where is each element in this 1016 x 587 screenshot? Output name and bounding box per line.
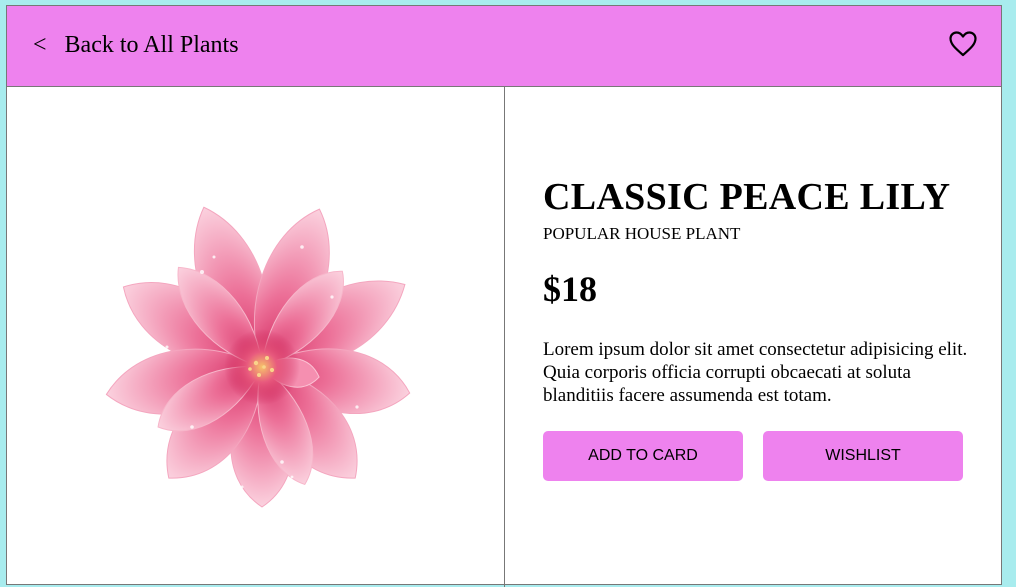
product-subtitle: POPULAR HOUSE PLANT: [543, 224, 741, 243]
add-to-card-button[interactable]: ADD TO CARD: [543, 431, 743, 481]
pink-flower-image: [105, 206, 411, 508]
product-image-pane: [7, 87, 505, 587]
back-chevron-icon: <: [33, 32, 47, 58]
product-price: $18: [543, 269, 597, 309]
product-details-pane: CLASSIC PEACE LILY POPULAR HOUSE PLANT $…: [505, 87, 1002, 587]
product-card: < Back to All Plants CLASSIC PEACE LILY …: [6, 5, 1002, 587]
back-link-label: Back to All Plants: [64, 32, 239, 58]
heart-icon[interactable]: [949, 31, 977, 57]
back-to-all-plants-link[interactable]: < Back to All Plants: [33, 32, 239, 59]
product-title: CLASSIC PEACE LILY: [543, 176, 951, 218]
wishlist-button[interactable]: WISHLIST: [763, 431, 963, 481]
product-description: Lorem ipsum dolor sit amet consectetur a…: [543, 339, 968, 406]
top-bar: < Back to All Plants: [7, 6, 1001, 87]
